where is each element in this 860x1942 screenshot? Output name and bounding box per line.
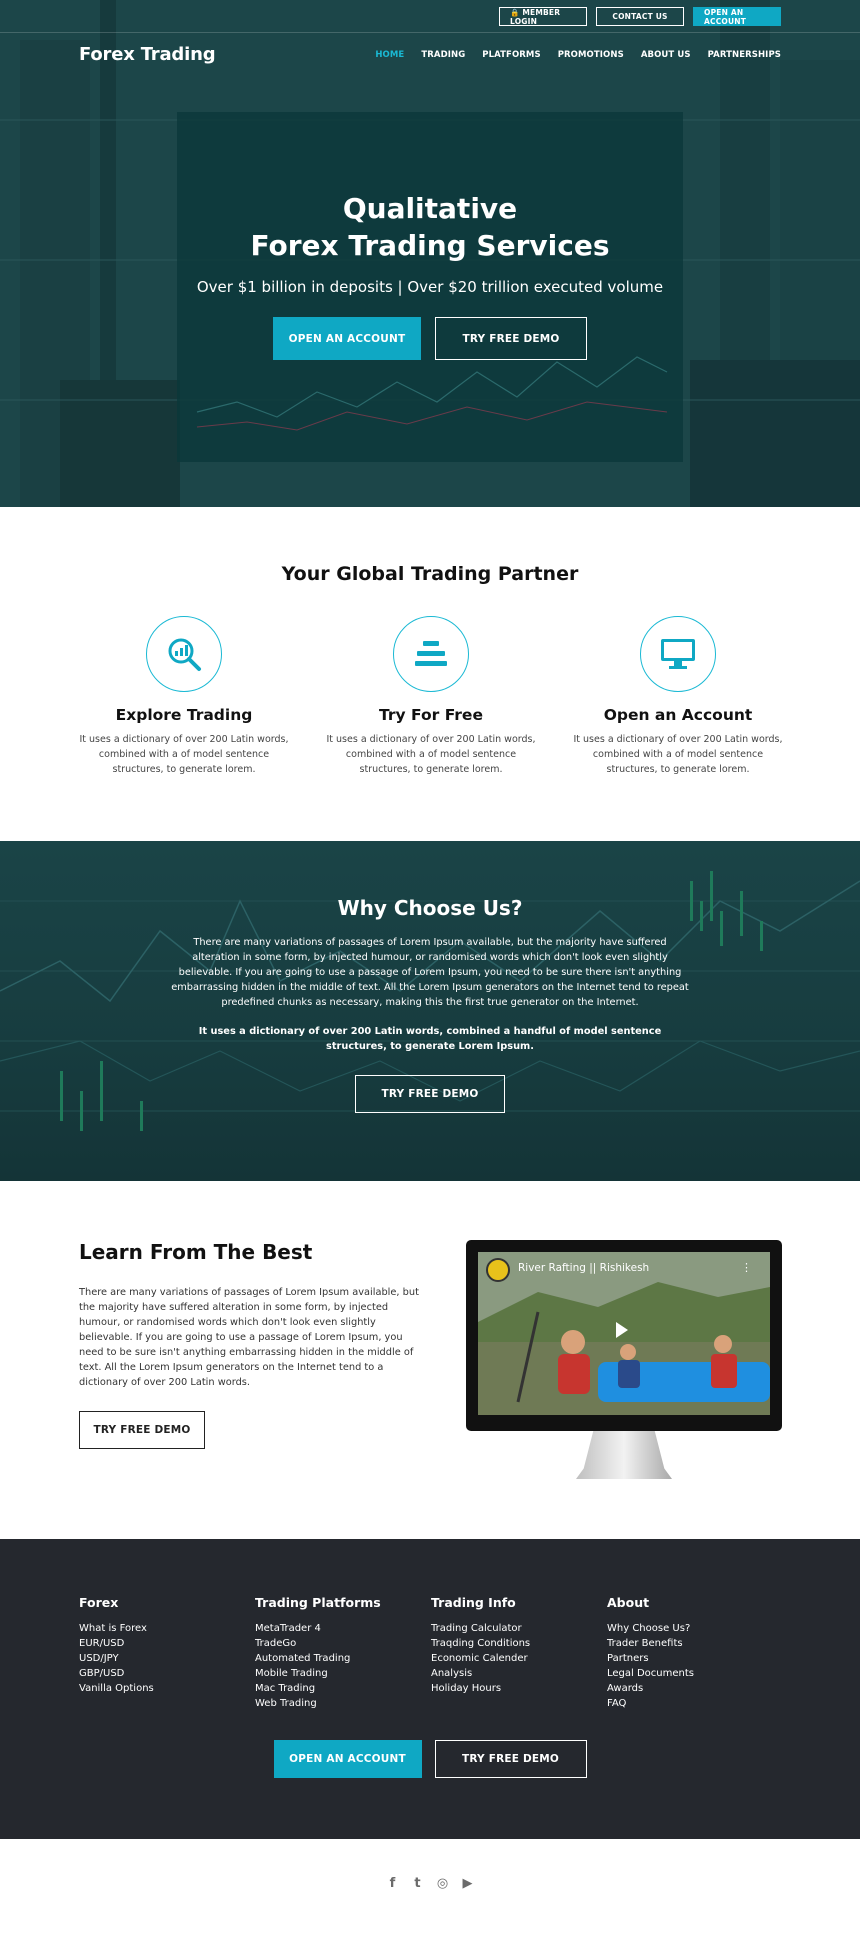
feature-title: Open an Account [603, 706, 753, 724]
footer-column-title: Trading Platforms [255, 1595, 381, 1610]
why-paragraph: There are many variations of passages of… [171, 937, 689, 1008]
monitor-stand [576, 1431, 672, 1479]
topbar-divider [0, 32, 860, 33]
video-monitor: River Rafting || Rishikesh ⋮ [466, 1240, 782, 1479]
open-account-top-button[interactable]: OPEN AN ACCOUNT [693, 7, 781, 26]
learn-paragraph: There are many variations of passages of… [79, 1287, 419, 1388]
footer-link[interactable]: Partners [607, 1651, 783, 1666]
learn-try-demo-button[interactable]: TRY FREE DEMO [79, 1411, 205, 1449]
footer-column-title: Forex [79, 1595, 119, 1610]
more-options-icon[interactable]: ⋮ [741, 1261, 752, 1274]
main-nav: HOME TRADING PLATFORMS PROMOTIONS ABOUT … [375, 50, 781, 60]
footer-link[interactable]: Vanilla Options [79, 1681, 255, 1696]
twitter-icon[interactable]: t [410, 1876, 425, 1891]
why-bold-paragraph: It uses a dictionary of over 200 Latin w… [198, 1026, 662, 1052]
nav-item-home[interactable]: HOME [375, 50, 404, 60]
footer-link[interactable]: TradeGo [255, 1636, 431, 1651]
monitor-icon [640, 616, 716, 692]
hero-content: Qualitative Forex Trading Services Over … [0, 190, 860, 360]
why-try-demo-button[interactable]: TRY FREE DEMO [355, 1075, 505, 1113]
hero-title-line2: Forex Trading Services [250, 229, 610, 262]
footer-column-trading-platforms: Trading Platforms MetaTrader 4 TradeGo A… [255, 1595, 431, 1711]
why-content: Why Choose Us? There are many variations… [0, 896, 860, 1113]
footer-link[interactable]: Why Choose Us? [607, 1621, 783, 1636]
footer-link[interactable]: Legal Documents [607, 1666, 783, 1681]
footer-link[interactable]: Analysis [431, 1666, 607, 1681]
footer-column-forex: Forex What is Forex EUR/USD USD/JPY GBP/… [79, 1595, 255, 1711]
footer-link[interactable]: Holiday Hours [431, 1681, 607, 1696]
why-title: Why Choose Us? [337, 896, 523, 920]
learn-section: Learn From The Best There are many varia… [0, 1181, 860, 1539]
feature-text: It uses a dictionary of over 200 Latin w… [573, 734, 783, 775]
contact-us-button[interactable]: CONTACT US [596, 7, 684, 26]
try-free-demo-button[interactable]: TRY FREE DEMO [435, 317, 587, 360]
analytics-search-icon [146, 616, 222, 692]
feature-text: It uses a dictionary of over 200 Latin w… [79, 734, 289, 775]
topbar: 🔒 MEMBER LOGIN CONTACT US OPEN AN ACCOUN… [499, 7, 781, 26]
footer-open-account-button[interactable]: OPEN AN ACCOUNT [273, 1740, 422, 1778]
footer-link[interactable]: Mobile Trading [255, 1666, 431, 1681]
feature-text: It uses a dictionary of over 200 Latin w… [326, 734, 536, 775]
why-section: Why Choose Us? There are many variations… [0, 841, 860, 1181]
hero-subtitle: Over $1 billion in deposits | Over $20 t… [196, 278, 664, 296]
logo[interactable]: Forex Trading [79, 44, 216, 65]
footer-column-about: About Why Choose Us? Trader Benefits Par… [607, 1595, 783, 1711]
footer-columns: Forex What is Forex EUR/USD USD/JPY GBP/… [79, 1595, 783, 1711]
feature-title: Try For Free [379, 706, 483, 724]
play-icon[interactable] [616, 1322, 628, 1338]
instagram-icon[interactable]: ◎ [435, 1876, 450, 1891]
footer-link[interactable]: Trading Calculator [431, 1621, 607, 1636]
feature-try-for-free: Try For Free It uses a dictionary of ove… [326, 616, 536, 777]
partner-title: Your Global Trading Partner [281, 563, 579, 585]
nav-item-promotions[interactable]: PROMOTIONS [558, 50, 624, 60]
monitor-bezel: River Rafting || Rishikesh ⋮ [466, 1240, 782, 1431]
footer-link[interactable]: MetaTrader 4 [255, 1621, 431, 1636]
footer-link[interactable]: Awards [607, 1681, 783, 1696]
feature-open-account: Open an Account It uses a dictionary of … [573, 616, 783, 777]
hero-section: 🔒 MEMBER LOGIN CONTACT US OPEN AN ACCOUN… [0, 0, 860, 507]
footer-column-title: Trading Info [431, 1595, 516, 1610]
footer-link[interactable]: Mac Trading [255, 1681, 431, 1696]
stack-bars-icon [393, 616, 469, 692]
footer-link[interactable]: GBP/USD [79, 1666, 255, 1681]
footer-try-demo-button[interactable]: TRY FREE DEMO [434, 1740, 587, 1778]
hero-buttons: OPEN AN ACCOUNT TRY FREE DEMO [0, 317, 860, 360]
footer-column-title: About [607, 1595, 650, 1610]
open-account-button[interactable]: OPEN AN ACCOUNT [273, 317, 421, 360]
footer-section: Forex What is Forex EUR/USD USD/JPY GBP/… [0, 1539, 860, 1839]
partner-section: Your Global Trading Partner Explore Trad… [0, 507, 860, 841]
footer-link[interactable]: Trader Benefits [607, 1636, 783, 1651]
nav-item-trading[interactable]: TRADING [421, 50, 465, 60]
facebook-icon[interactable]: f [385, 1876, 400, 1891]
hero-title-line1: Qualitative [342, 192, 518, 225]
footer-link[interactable]: FAQ [607, 1696, 783, 1711]
footer-link[interactable]: Traqding Conditions [431, 1636, 607, 1651]
footer-link[interactable]: What is Forex [79, 1621, 255, 1636]
channel-logo[interactable] [486, 1258, 510, 1282]
footer-link[interactable]: USD/JPY [79, 1651, 255, 1666]
footer-link[interactable]: Web Trading [255, 1696, 431, 1711]
social-links: f t ◎ ▶ [0, 1876, 860, 1891]
nav-item-about-us[interactable]: ABOUT US [641, 50, 691, 60]
feature-title: Explore Trading [115, 706, 253, 724]
bottom-bar: f t ◎ ▶ [0, 1839, 860, 1942]
nav-item-partnerships[interactable]: PARTNERSHIPS [708, 50, 781, 60]
site-header: Forex Trading HOME TRADING PLATFORMS PRO… [79, 44, 781, 65]
youtube-icon[interactable]: ▶ [460, 1876, 475, 1891]
footer-link[interactable]: Economic Calender [431, 1651, 607, 1666]
features-row: Explore Trading It uses a dictionary of … [79, 616, 783, 777]
feature-explore-trading: Explore Trading It uses a dictionary of … [79, 616, 289, 777]
nav-item-platforms[interactable]: PLATFORMS [482, 50, 540, 60]
video-player[interactable]: River Rafting || Rishikesh ⋮ [478, 1252, 770, 1415]
footer-column-trading-info: Trading Info Trading Calculator Traqding… [431, 1595, 607, 1711]
footer-buttons: OPEN AN ACCOUNT TRY FREE DEMO [0, 1740, 860, 1778]
video-title[interactable]: River Rafting || Rishikesh [518, 1262, 649, 1274]
hero-title: Qualitative Forex Trading Services [0, 190, 860, 264]
member-login-button[interactable]: 🔒 MEMBER LOGIN [499, 7, 587, 26]
footer-link[interactable]: Automated Trading [255, 1651, 431, 1666]
footer-link[interactable]: EUR/USD [79, 1636, 255, 1651]
learn-title: Learn From The Best [79, 1240, 313, 1264]
